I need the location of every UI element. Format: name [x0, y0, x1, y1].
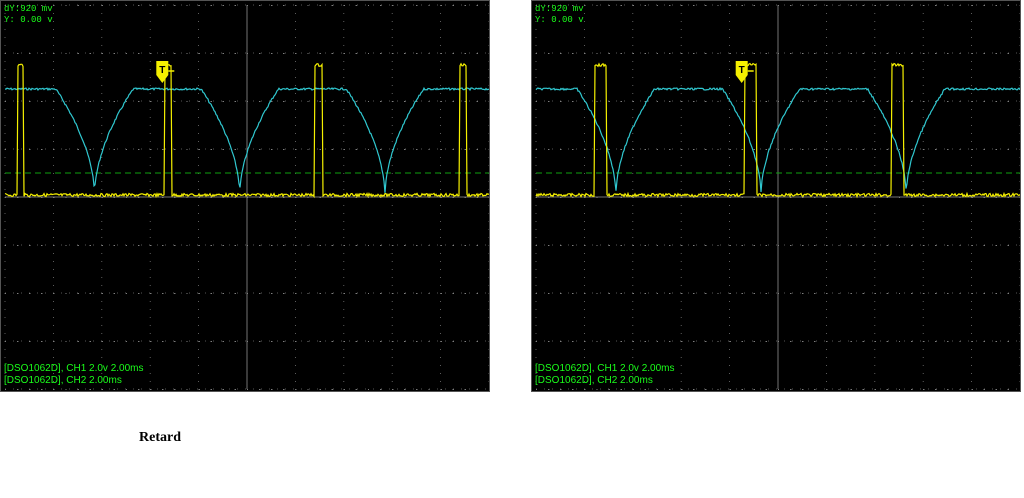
graticule — [4, 4, 489, 390]
y-readout: Y: 0.00 v — [4, 15, 53, 25]
dy-readout: dY:920 mv — [535, 4, 584, 14]
oscilloscope-screen-right: T dY:920 mv Y: 0.00 v [DSO1062D], CH1 2.… — [531, 0, 1021, 392]
trigger-label: T — [159, 65, 165, 76]
ch1-status: [DSO1062D], CH1 2.0v 2.00ms — [4, 363, 144, 374]
ch2-status: [DSO1062D], CH2 2.00ms — [535, 375, 653, 386]
graticule — [535, 4, 1020, 390]
ch2-status: [DSO1062D], CH2 2.00ms — [4, 375, 122, 386]
waveform-plot-left: T — [4, 4, 489, 390]
dy-readout: dY:920 mv — [4, 4, 53, 14]
trigger-label: T — [739, 65, 745, 76]
oscilloscope-screen-left: T dY:920 mv Y: 0.00 v [DSO1062D], CH1 2.… — [0, 0, 490, 392]
y-readout: Y: 0.00 v — [535, 15, 584, 25]
caption-text: Retard — [139, 430, 181, 445]
waveform-plot-right: T — [535, 4, 1020, 390]
ch1-status: [DSO1062D], CH1 2.0v 2.00ms — [535, 363, 675, 374]
